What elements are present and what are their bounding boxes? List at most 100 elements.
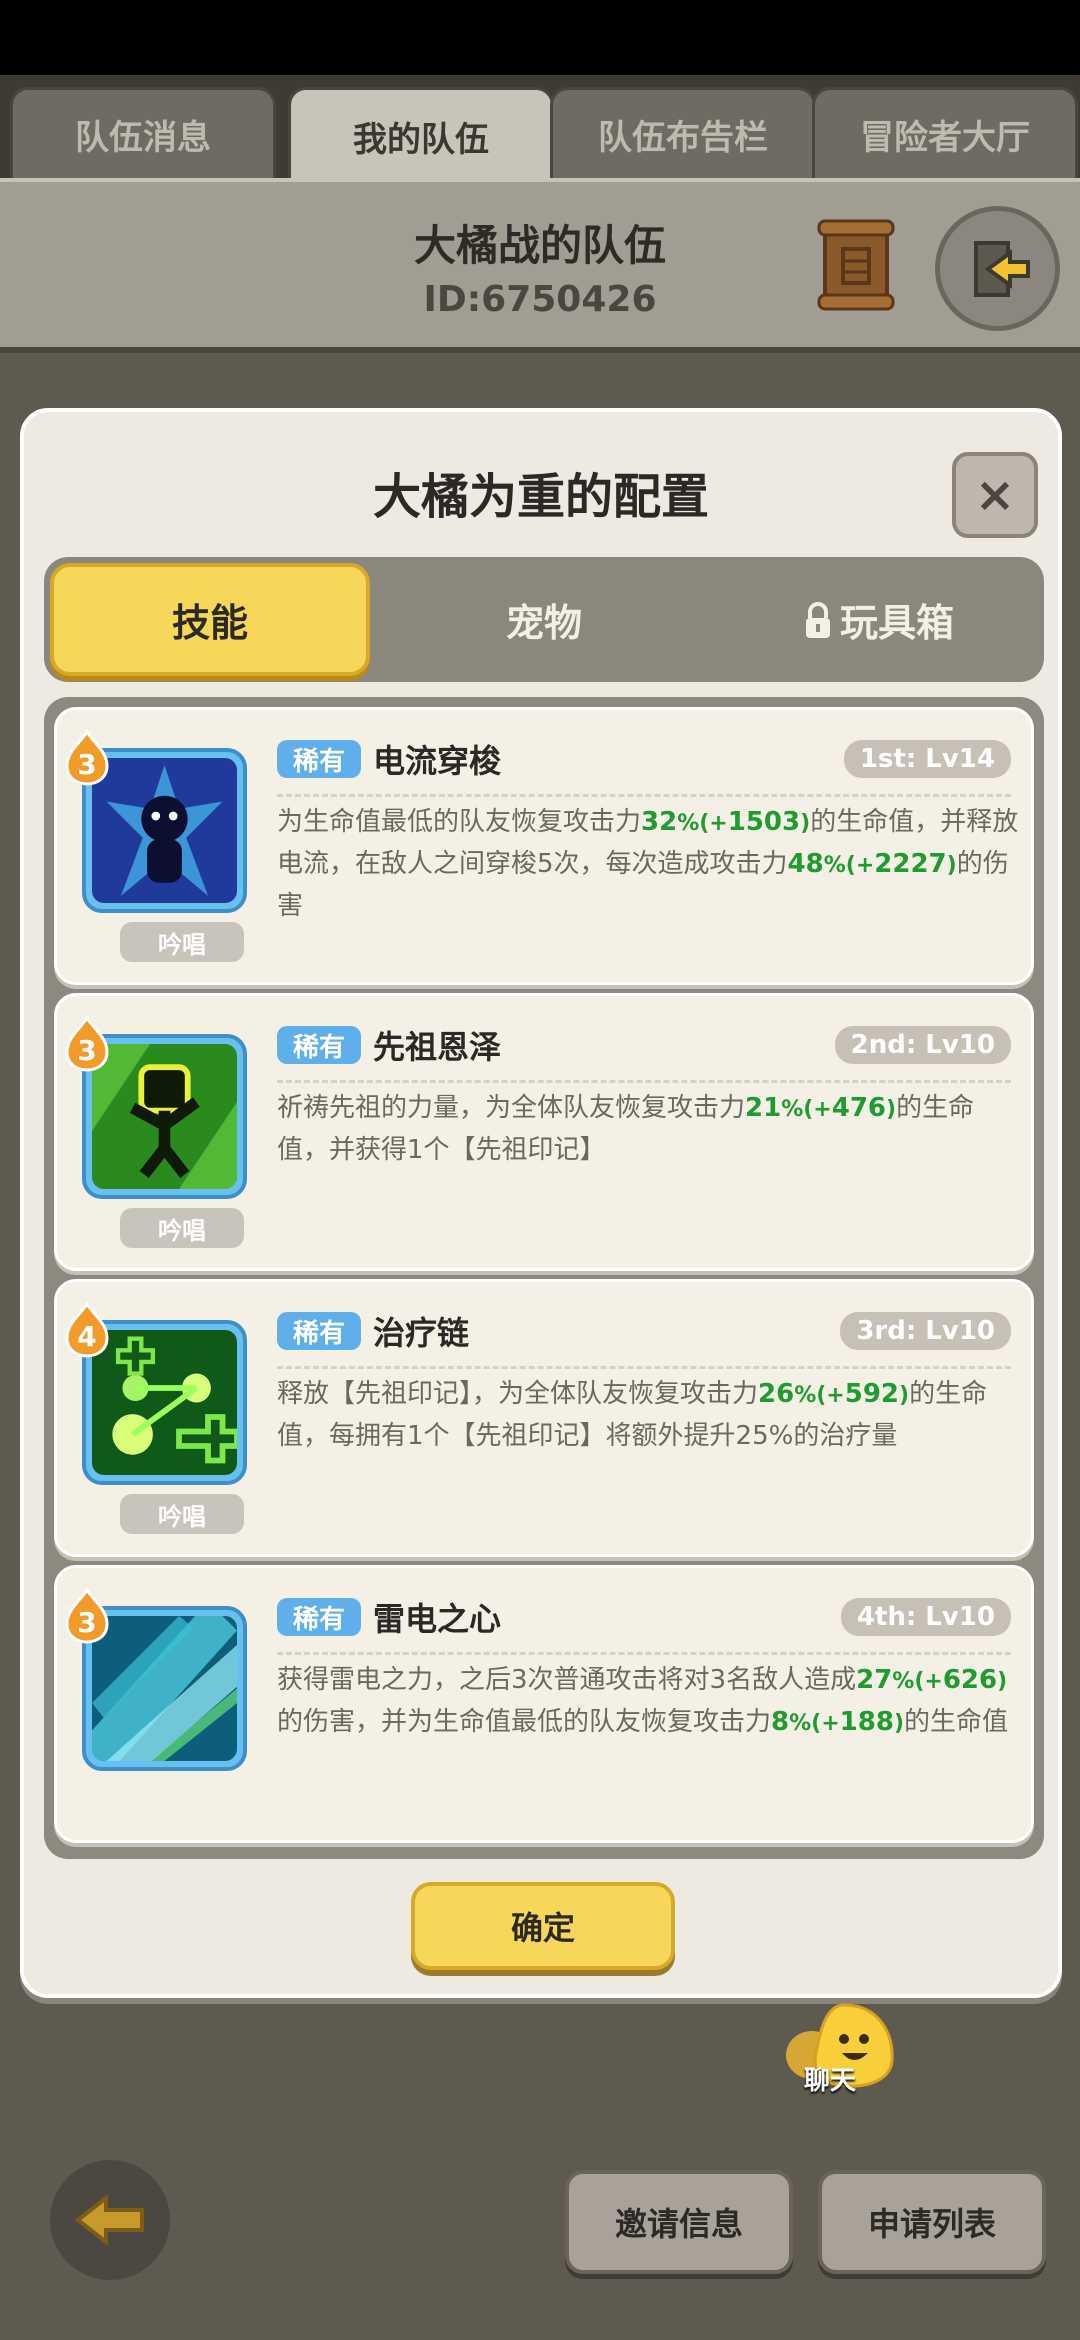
scroll-icon[interactable] — [815, 217, 900, 312]
back-button[interactable] — [50, 2160, 170, 2280]
skill-value-symbol: ) — [997, 1669, 1008, 1694]
skill-thunder-heart-icon — [92, 1616, 237, 1761]
exit-team-button[interactable] — [935, 206, 1060, 331]
team-header: 大橘战的队伍 ID:6750426 — [0, 178, 1080, 353]
skill-value-symbol: % — [781, 1097, 804, 1122]
skill-value: 1503 — [727, 807, 801, 837]
skill-description: 释放【先祖印记】，为全体队友恢复攻击力26%(+592)的生命值，每拥有1个【先… — [277, 1374, 1022, 1456]
skill-level-tag: 2nd: Lv10 — [834, 1026, 1011, 1064]
status-bar — [0, 0, 1080, 75]
skill-value-symbol: ) — [893, 1711, 904, 1736]
skill-value-symbol: (+ — [811, 1711, 840, 1736]
tab-team-messages[interactable]: 队伍消息 — [10, 87, 276, 179]
skill-cost-badge: 4 — [65, 1301, 109, 1358]
segment-pets[interactable]: 宠物 — [384, 563, 704, 676]
skill-card[interactable]: 3 吟唱 稀有 先祖恩泽 2nd: Lv10 祈祷先祖的力量，为全体队友恢复攻击力21%(… — [54, 993, 1034, 1271]
team-name: 大橘战的队伍 — [413, 221, 666, 270]
tab-my-team[interactable]: 我的队伍 — [288, 87, 554, 183]
tab-adventurer-hall[interactable]: 冒险者大厅 — [812, 87, 1078, 179]
top-tab-bar: 队伍消息 我的队伍 队伍布告栏 冒险者大厅 — [0, 75, 1080, 183]
skill-value-symbol: (+ — [845, 853, 875, 878]
rarity-badge: 稀有 — [277, 1598, 361, 1636]
skill-value: 476 — [831, 1093, 887, 1123]
skill-value-symbol: ) — [899, 1383, 910, 1408]
config-modal: 大橘为重的配置 × 技能 宠物 玩具箱 3 吟唱 稀有 电流穿梭 1st: Lv14 为生… — [20, 408, 1062, 1998]
skill-value-symbol: ) — [800, 811, 811, 836]
skill-value-symbol: % — [892, 1669, 915, 1694]
divider — [277, 1652, 1011, 1655]
skill-value: 2227 — [874, 849, 947, 879]
skill-value-symbol: % — [794, 1383, 817, 1408]
skill-value-symbol: (+ — [699, 811, 728, 836]
rarity-badge: 稀有 — [277, 1312, 361, 1350]
segment-toybox[interactable]: 玩具箱 — [718, 563, 1038, 676]
skill-cost-badge: 3 — [65, 729, 109, 786]
application-list-button[interactable]: 申请列表 — [818, 2170, 1046, 2274]
skill-desc-text: 释放【先祖印记】，为全体队友恢复攻击力 — [277, 1379, 759, 1409]
config-segment-control: 技能 宠物 玩具箱 — [44, 557, 1044, 682]
skill-value-symbol: (+ — [914, 1669, 943, 1694]
skill-desc-text: 祈祷先祖的力量，为全体队友恢复攻击力 — [277, 1093, 746, 1123]
skill-value-symbol: ) — [946, 853, 957, 878]
skill-name: 治疗链 — [373, 1314, 470, 1352]
segment-skills[interactable]: 技能 — [50, 563, 370, 676]
back-arrow-icon — [74, 2193, 144, 2247]
skill-card[interactable]: 3 吟唱 稀有 电流穿梭 1st: Lv14 为生命值最低的队友恢复攻击力32%(+150… — [54, 707, 1034, 985]
skill-value: 8 — [771, 1707, 790, 1737]
skill-value-symbol: (+ — [803, 1097, 832, 1122]
skill-desc-text: 为生命值最低的队友恢复攻击力 — [277, 807, 642, 837]
skill-level-tag: 3rd: Lv10 — [840, 1312, 1011, 1350]
skill-level-tag: 4th: Lv10 — [840, 1598, 1011, 1636]
skill-card[interactable]: 4 吟唱 稀有 治疗链 3rd: Lv10 释放【先祖印记】，为全体队友恢复攻击力26%(… — [54, 1279, 1034, 1557]
rarity-badge: 稀有 — [277, 1026, 361, 1064]
skill-value-symbol: % — [677, 811, 700, 836]
skill-description: 祈祷先祖的力量，为全体队友恢复攻击力21%(+476)的生命值，并获得1个【先祖… — [277, 1088, 1022, 1170]
skill-description: 获得雷电之力，之后3次普通攻击将对3名敌人造成27%(+626)的伤害，并为生命… — [277, 1660, 1022, 1744]
skill-value: 626 — [942, 1665, 998, 1695]
skill-value: 592 — [844, 1379, 900, 1409]
skill-value: 27 — [856, 1665, 893, 1695]
skill-description: 为生命值最低的队友恢复攻击力32%(+1503)的生命值，并释放电流，在敌人之间… — [277, 802, 1022, 926]
divider — [277, 1080, 1011, 1083]
skill-value-symbol: % — [823, 853, 846, 878]
skill-desc-text: 的生命值 — [904, 1707, 1009, 1737]
skill-value: 21 — [745, 1093, 782, 1123]
skill-heal-chain-icon — [92, 1330, 237, 1475]
skill-value-symbol: (+ — [816, 1383, 845, 1408]
skill-desc-text: 获得雷电之力，之后3次普通攻击将对3名敌人造成 — [277, 1665, 857, 1695]
skill-name: 先祖恩泽 — [373, 1028, 502, 1066]
close-icon: × — [974, 467, 1016, 523]
chat-label[interactable]: 聊天 — [790, 2060, 870, 2097]
skill-name: 雷电之心 — [373, 1600, 502, 1638]
skill-value: 32 — [641, 807, 678, 837]
skill-card[interactable]: 3 稀有 雷电之心 4th: Lv10 获得雷电之力，之后3次普通攻击将对3名敌人造成2… — [54, 1565, 1034, 1843]
skill-value-symbol: % — [789, 1711, 812, 1736]
tab-team-bulletin[interactable]: 队伍布告栏 — [550, 87, 816, 179]
segment-toybox-label: 玩具箱 — [839, 601, 954, 645]
divider — [277, 794, 1011, 797]
skill-name: 电流穿梭 — [373, 742, 502, 780]
close-button[interactable]: × — [952, 452, 1038, 538]
skill-desc-text: 的伤害，并为生命值最低的队友恢复攻击力 — [277, 1707, 772, 1737]
skill-value: 48 — [787, 849, 824, 879]
skill-ancestor-blessing-icon — [92, 1044, 237, 1189]
skills-list: 3 吟唱 稀有 电流穿梭 1st: Lv14 为生命值最低的队友恢复攻击力32%(+150… — [44, 697, 1044, 1859]
rarity-badge: 稀有 — [277, 740, 361, 778]
skill-value: 188 — [839, 1707, 894, 1737]
invite-info-button[interactable]: 邀请信息 — [565, 2170, 793, 2274]
team-id: ID:6750426 — [423, 279, 657, 320]
skill-value: 26 — [758, 1379, 795, 1409]
chant-tag: 吟唱 — [120, 1494, 244, 1534]
skill-cost-badge: 3 — [65, 1015, 109, 1072]
skill-cost-badge: 3 — [65, 1587, 109, 1644]
skill-electric-dash-icon — [92, 758, 237, 903]
confirm-button[interactable]: 确定 — [411, 1882, 675, 1970]
chant-tag: 吟唱 — [120, 922, 244, 962]
divider — [277, 1366, 1011, 1369]
skill-value-symbol: ) — [886, 1097, 897, 1122]
chant-tag: 吟唱 — [120, 1208, 244, 1248]
modal-title: 大橘为重的配置 — [372, 469, 709, 525]
exit-icon — [973, 240, 1030, 297]
lock-icon — [805, 601, 830, 638]
skill-level-tag: 1st: Lv14 — [843, 740, 1011, 778]
